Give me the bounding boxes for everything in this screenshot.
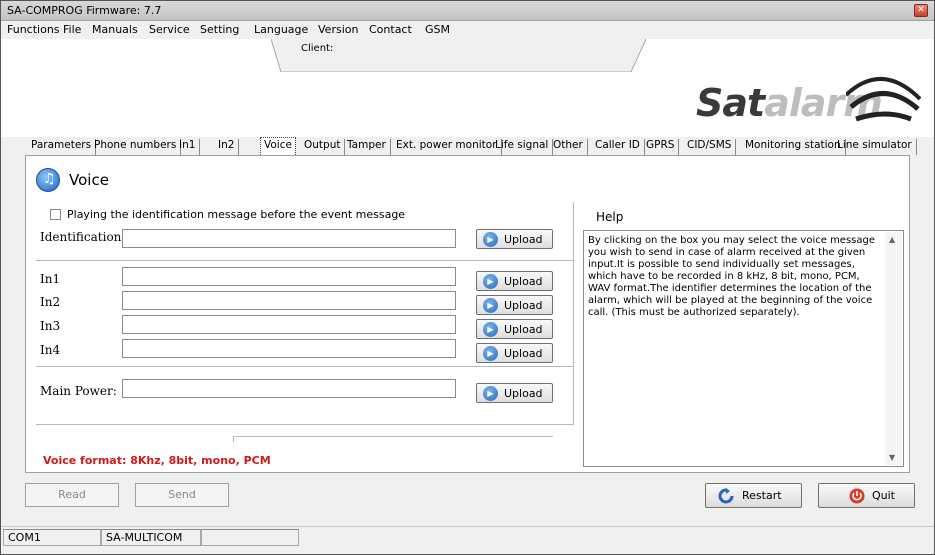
group-divider: [36, 424, 574, 425]
tab-in2[interactable]: In2: [218, 139, 240, 155]
tab-line-simulator[interactable]: Line simulator: [837, 139, 917, 155]
signal-waves-icon: [846, 77, 921, 122]
help-scrollbar[interactable]: ▲ ▼: [885, 232, 902, 465]
in3-label: In3: [40, 319, 61, 333]
in4-label: In4: [40, 343, 61, 357]
tab-monitoring-station[interactable]: Monitoring station: [745, 139, 846, 155]
tab-output[interactable]: Output: [304, 139, 346, 155]
voice-title: Voice: [69, 171, 109, 189]
tab-in1[interactable]: In1: [179, 139, 201, 155]
scroll-down-arrow-icon[interactable]: ▼: [889, 453, 895, 462]
upload-icon: ▶: [483, 322, 498, 337]
group-divider: [573, 202, 574, 260]
tab-gprs[interactable]: GPRS: [646, 139, 680, 155]
menu-functions[interactable]: Functions: [7, 23, 60, 36]
upload-in3-button[interactable]: ▶ Upload: [476, 319, 553, 339]
client-label: Client:: [301, 43, 334, 54]
group-divider: [573, 366, 574, 424]
tab-caller-id[interactable]: Caller ID: [595, 139, 645, 155]
upload-in2-button[interactable]: ▶ Upload: [476, 295, 553, 315]
read-button[interactable]: Read: [25, 483, 119, 507]
group-divider: [36, 366, 574, 367]
tab-other[interactable]: Other: [553, 139, 588, 155]
tab-phone-numbers[interactable]: Phone numbers: [94, 139, 182, 155]
close-button[interactable]: ✕: [914, 4, 928, 17]
upload-icon: ▶: [483, 298, 498, 313]
upload-in1-button[interactable]: ▶ Upload: [476, 271, 553, 291]
menu-setting[interactable]: Setting: [200, 23, 239, 36]
menu-gsm[interactable]: GSM: [425, 23, 450, 36]
in2-field[interactable]: [122, 291, 456, 310]
identification-checkbox[interactable]: [50, 209, 61, 220]
tab-bar: Parameters Phone numbers In1 In2 Voice O…: [27, 137, 917, 155]
menu-version[interactable]: Version: [318, 23, 358, 36]
main-power-field[interactable]: [122, 379, 456, 398]
in1-label: In1: [40, 272, 61, 286]
identification-field[interactable]: [122, 229, 456, 248]
voice-format-text: Voice format: 8Khz, 8bit, mono, PCM: [43, 454, 271, 467]
status-bar: COM1 SA-MULTICOM: [1, 526, 934, 554]
status-empty-1: [201, 529, 299, 546]
upload-icon: ▶: [483, 232, 498, 247]
upload-main-power-button[interactable]: ▶ Upload: [476, 383, 553, 403]
upload-identification-button[interactable]: ▶ Upload: [476, 229, 553, 249]
status-port: COM1: [3, 529, 101, 546]
scroll-up-arrow-icon[interactable]: ▲: [889, 235, 895, 244]
upload-icon: ▶: [483, 346, 498, 361]
menu-manuals[interactable]: Manuals: [92, 23, 138, 36]
group-divider: [233, 436, 553, 442]
status-device: SA-MULTICOM: [101, 529, 201, 546]
tab-ext-power-monitor[interactable]: Ext. power monitor: [396, 139, 502, 155]
restart-button[interactable]: Restart: [705, 483, 802, 508]
upload-icon: ▶: [483, 274, 498, 289]
tab-parameters[interactable]: Parameters: [31, 139, 97, 155]
in2-label: In2: [40, 295, 61, 309]
menu-bar: Functions File Manuals Service Setting L…: [1, 21, 934, 39]
window-title: SA-COMPROG Firmware: 7.7: [7, 4, 162, 17]
identification-label: Identification: [40, 230, 122, 244]
group-divider: [573, 260, 574, 366]
menu-language[interactable]: Language: [254, 23, 308, 36]
menu-service[interactable]: Service: [149, 23, 190, 36]
in1-field[interactable]: [122, 267, 456, 286]
header-area: Client: Satalarm: [1, 39, 934, 137]
in4-field[interactable]: [122, 339, 456, 358]
help-text: By clicking on the box you may select th…: [588, 235, 876, 318]
tab-tamper[interactable]: Tamper: [347, 139, 391, 155]
identification-checkbox-label: Playing the identification message befor…: [67, 208, 406, 221]
tab-life-signal[interactable]: Life signal: [495, 139, 554, 155]
tab-voice[interactable]: Voice: [260, 137, 296, 155]
menu-file[interactable]: File: [63, 23, 81, 36]
main-window: SA-COMPROG Firmware: 7.7 ✕ Functions Fil…: [0, 0, 935, 555]
quit-button[interactable]: Quit: [818, 483, 915, 508]
title-bar: SA-COMPROG Firmware: 7.7 ✕: [1, 1, 934, 21]
upload-icon: ▶: [483, 386, 498, 401]
upload-in4-button[interactable]: ▶ Upload: [476, 343, 553, 363]
tab-cid-sms[interactable]: CID/SMS: [687, 139, 737, 155]
power-icon: [849, 488, 865, 504]
in3-field[interactable]: [122, 315, 456, 334]
send-button[interactable]: Send: [135, 483, 229, 507]
help-title: Help: [596, 210, 624, 224]
voice-panel: ♫ Voice Playing the identification messa…: [25, 155, 910, 473]
menu-contact[interactable]: Contact: [369, 23, 412, 36]
help-textbox[interactable]: By clicking on the box you may select th…: [583, 230, 904, 467]
restart-icon: [718, 488, 734, 504]
voice-music-icon: ♫: [36, 168, 60, 192]
group-divider: [36, 260, 574, 261]
main-power-label: Main Power:: [40, 384, 117, 398]
